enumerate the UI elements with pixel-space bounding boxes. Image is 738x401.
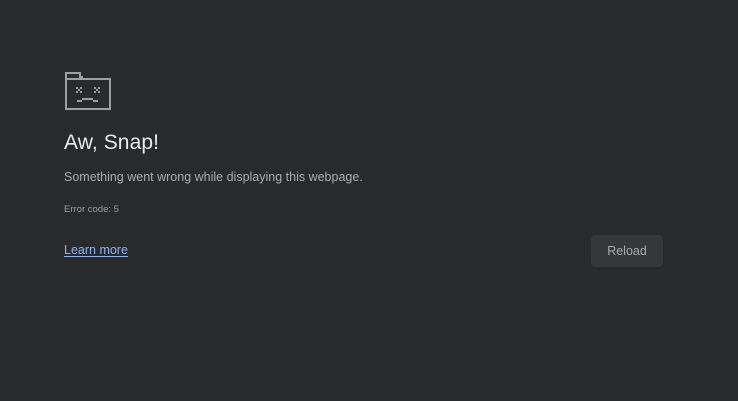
page-title: Aw, Snap! xyxy=(64,131,160,154)
error-page: Aw, Snap! Something went wrong while dis… xyxy=(0,0,738,401)
error-code: Error code: 5 xyxy=(64,204,119,215)
reload-button[interactable]: Reload xyxy=(591,235,663,267)
sad-tab-icon xyxy=(65,72,111,110)
error-message: Something went wrong while displaying th… xyxy=(64,170,363,184)
learn-more-link[interactable]: Learn more xyxy=(64,243,128,257)
